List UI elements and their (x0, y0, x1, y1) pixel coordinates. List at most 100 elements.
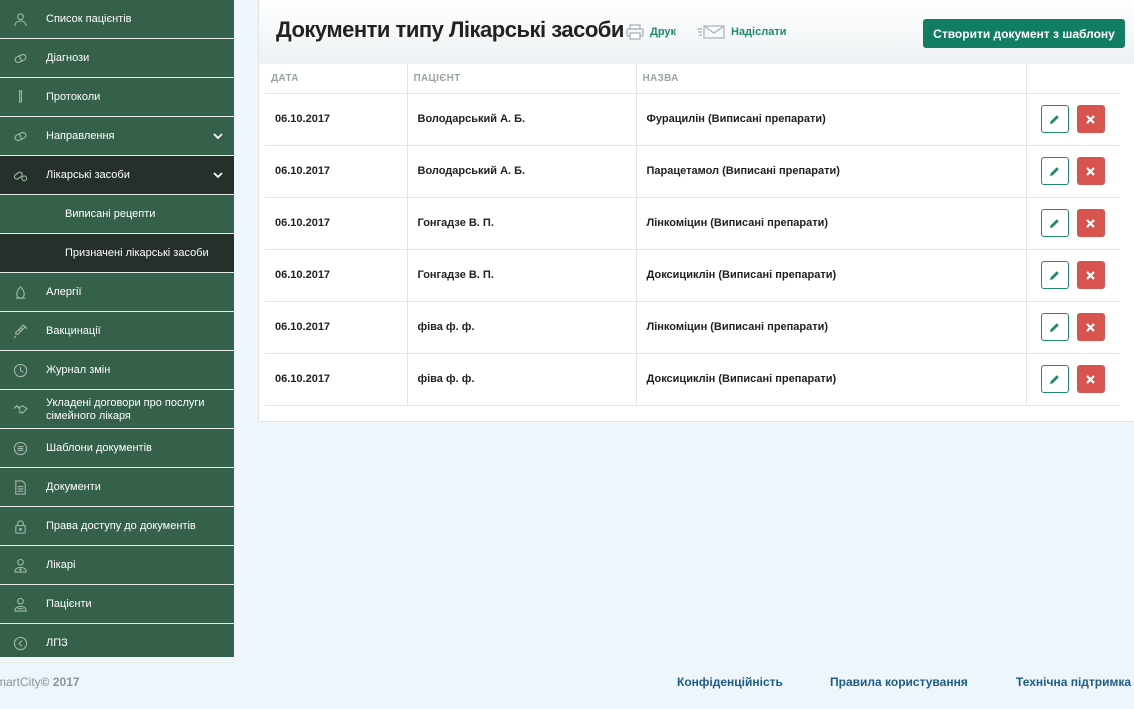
edit-button[interactable] (1040, 313, 1069, 341)
table-row: 06.10.2017 Гонгадзе В. П. Доксициклін (В… (265, 249, 1120, 302)
cell-patient: фіва ф. ф. (406, 353, 636, 406)
column-header-patient[interactable]: ПАЦІЄНТ (406, 64, 636, 94)
support-link[interactable]: Технічна підтримка (1016, 675, 1131, 689)
edit-button[interactable] (1040, 261, 1069, 289)
column-header-name[interactable]: НАЗВА (635, 64, 1026, 94)
brand-logo: martCity (0, 675, 41, 689)
sidebar-item-document-templates[interactable]: Шаблони документів (0, 429, 234, 468)
sidebar-item-label: Список пацієнтів (46, 13, 132, 25)
close-icon (1086, 374, 1095, 384)
privacy-link[interactable]: Конфіденційність (677, 675, 783, 689)
cell-name: Доксициклін (Виписані препарати) (635, 353, 1026, 406)
send-label: Надіслати (731, 26, 787, 38)
delete-button[interactable] (1076, 157, 1105, 185)
cell-actions (1025, 93, 1120, 146)
pills-icon (12, 50, 28, 66)
sidebar-item-referrals[interactable]: Направлення (0, 117, 234, 156)
cell-actions (1025, 301, 1120, 354)
sidebar-item-label: Шаблони документів (46, 442, 152, 454)
copyright: martCity© 2017 (0, 675, 80, 689)
cell-date: 06.10.2017 (265, 93, 407, 146)
edit-button[interactable] (1040, 365, 1069, 393)
sidebar-item-documents[interactable]: Документи (0, 468, 234, 507)
allergy-icon (12, 284, 28, 300)
sidebar-item-document-access[interactable]: Права доступу до документів (0, 507, 234, 546)
cell-patient: Володарський А. Б. (406, 145, 636, 198)
sidebar-item-label: Лікарі (46, 559, 76, 571)
sidebar-item-label-line1: Укладені договори про послуги (46, 396, 205, 409)
delete-button[interactable] (1076, 261, 1105, 289)
delete-button[interactable] (1076, 365, 1105, 393)
sidebar-item-change-log[interactable]: Журнал змін (0, 351, 234, 390)
send-button[interactable]: Надіслати (697, 24, 786, 40)
pencil-icon (1050, 218, 1059, 228)
cell-name: Парацетамол (Виписані препарати) (635, 145, 1026, 198)
close-icon (1086, 322, 1095, 332)
print-label: Друк (650, 26, 677, 38)
edit-button[interactable] (1040, 209, 1069, 237)
terms-link[interactable]: Правила користування (830, 675, 968, 689)
cell-actions (1025, 197, 1120, 250)
sidebar-item-label: Укладені договори про послуги сімейного л… (46, 397, 205, 423)
panel-header: Документи типу Лікарські засоби Друк Над… (259, 0, 1134, 64)
cell-patient: Гонгадзе В. П. (406, 197, 636, 250)
sidebar-item-label: Призначені лікарські засоби (65, 247, 209, 259)
cell-actions (1025, 249, 1120, 302)
footer: martCity© 2017 Конфіденційність Правила … (0, 657, 1134, 709)
edit-button[interactable] (1040, 105, 1069, 133)
close-icon (1086, 270, 1095, 280)
cell-patient: Володарський А. Б. (406, 93, 636, 146)
table-header-row: ДАТА ПАЦІЄНТ НАЗВА (265, 64, 1120, 94)
sidebar-item-label: Права доступу до документів (46, 520, 196, 532)
chevron-down-icon[interactable] (212, 130, 224, 142)
documents-panel: Документи типу Лікарські засоби Друк Над… (258, 0, 1134, 422)
arrow-circle-icon (12, 635, 28, 651)
sidebar-item-label: ЛПЗ (46, 637, 68, 649)
table-row: 06.10.2017 фіва ф. ф. Лінкоміцин (Виписа… (265, 301, 1120, 354)
pencil-icon (1050, 322, 1059, 332)
printer-icon (626, 24, 644, 40)
test-tube-icon (12, 89, 28, 105)
sidebar-subitem-prescriptions[interactable]: Виписані рецепти (0, 195, 234, 234)
template-icon (12, 440, 28, 456)
page-title: Документи типу Лікарські засоби (276, 17, 624, 42)
delete-button[interactable] (1076, 313, 1105, 341)
cell-patient: фіва ф. ф. (406, 301, 636, 354)
handshake-icon (12, 401, 28, 417)
sidebar-item-family-doctor-contracts[interactable]: Укладені договори про послуги сімейного л… (0, 390, 234, 429)
delete-button[interactable] (1076, 209, 1105, 237)
sidebar-item-label: Пацієнти (46, 598, 92, 610)
sidebar-item-allergies[interactable]: Алергії (0, 273, 234, 312)
sidebar-item-patient-list[interactable]: Список пацієнтів (0, 0, 234, 39)
sidebar-item-vaccinations[interactable]: Вакцинації (0, 312, 234, 351)
sidebar-item-protocols[interactable]: Протоколи (0, 78, 234, 117)
close-icon (1086, 218, 1095, 228)
sidebar-item-label: Направлення (46, 130, 115, 142)
chevron-down-icon[interactable] (212, 169, 224, 181)
pencil-icon (1050, 270, 1059, 280)
syringe-icon (12, 323, 28, 339)
create-from-template-button[interactable]: Створити документ з шаблону (923, 19, 1125, 48)
envelope-icon (697, 24, 725, 40)
delete-button[interactable] (1076, 105, 1105, 133)
sidebar-item-medicines[interactable]: Лікарські засоби (0, 156, 234, 195)
cell-date: 06.10.2017 (265, 145, 407, 198)
edit-button[interactable] (1040, 157, 1069, 185)
sidebar-item-label: Протоколи (46, 91, 101, 103)
documents-table: ДАТА ПАЦІЄНТ НАЗВА 06.10.2017 Володарськ… (265, 64, 1120, 406)
sidebar-subitem-assigned-medicines[interactable]: Призначені лікарські засоби (0, 234, 234, 273)
column-header-date[interactable]: ДАТА (265, 64, 407, 94)
sidebar: Список пацієнтів Діагнози Протоколи Напр… (0, 0, 234, 663)
cell-patient: Гонгадзе В. П. (406, 249, 636, 302)
sidebar-item-doctors[interactable]: Лікарі (0, 546, 234, 585)
column-header-actions (1025, 64, 1120, 94)
capsule-icon (12, 167, 28, 183)
cell-actions (1025, 353, 1120, 406)
sidebar-item-patients[interactable]: Пацієнти (0, 585, 234, 624)
sidebar-item-label: Вакцинації (46, 325, 101, 337)
sidebar-item-diagnoses[interactable]: Діагнози (0, 39, 234, 78)
sidebar-item-label: Лікарські засоби (46, 169, 130, 181)
print-button[interactable]: Друк (626, 24, 676, 40)
sidebar-item-label: Алергії (46, 286, 82, 298)
cell-actions (1025, 145, 1120, 198)
